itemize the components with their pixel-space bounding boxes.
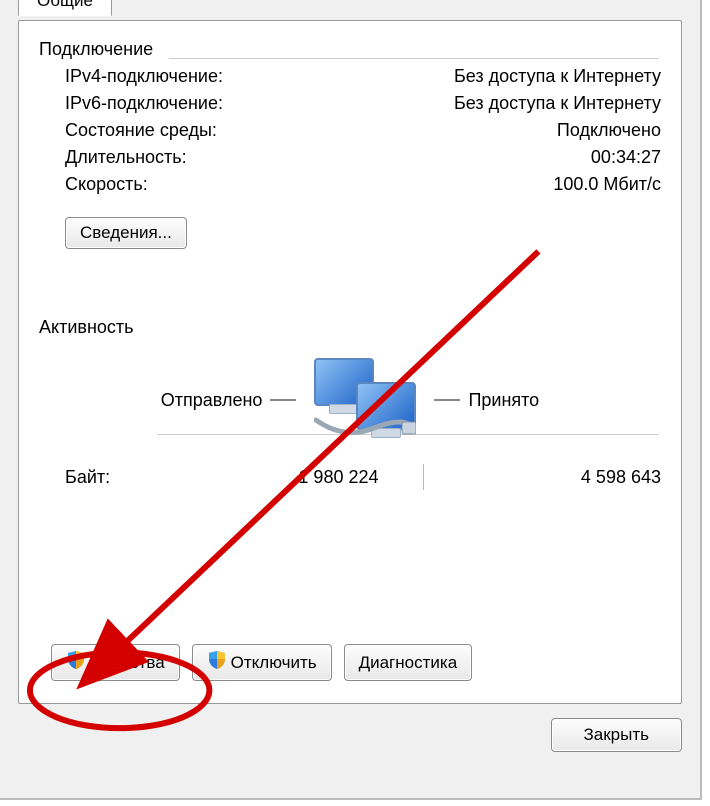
details-button[interactable]: Сведения... [65, 217, 187, 249]
row-media-state: Состояние среды: Подключено [65, 120, 661, 141]
details-button-label: Сведения... [80, 223, 172, 243]
bytes-label: Байт: [65, 467, 185, 488]
bytes-received: 4 598 643 [468, 467, 662, 488]
row-value: Подключено [557, 120, 661, 141]
connection-rows: IPv4-подключение: Без доступа к Интернет… [39, 66, 661, 195]
action-button-row: Свойства Отключить Диагностика [51, 644, 472, 681]
tab-panel-general: Подключение IPv4-подключение: Без доступ… [18, 20, 682, 704]
bytes-sent: 1 980 224 [185, 467, 379, 488]
disable-button-label: Отключить [231, 653, 317, 673]
tab-general-label: Общие [37, 0, 93, 10]
dialog-footer: Закрыть [0, 718, 682, 752]
shield-icon [207, 650, 227, 675]
diagnose-button-label: Диагностика [359, 653, 458, 673]
close-button-label: Закрыть [584, 725, 649, 745]
row-label: Скорость: [65, 174, 148, 195]
row-ipv6: IPv6-подключение: Без доступа к Интернет… [65, 93, 661, 114]
tab-strip: Общие [0, 0, 700, 20]
row-label: Длительность: [65, 147, 187, 168]
properties-button-label: Свойства [90, 653, 165, 673]
network-computers-icon [310, 356, 420, 444]
row-label: IPv4-подключение: [65, 66, 223, 87]
row-value: 100.0 Мбит/с [553, 174, 661, 195]
divider [169, 58, 659, 59]
tab-general[interactable]: Общие [18, 0, 112, 16]
bytes-row: Байт: 1 980 224 4 598 643 [65, 464, 661, 490]
row-label: Состояние среды: [65, 120, 217, 141]
diagnose-button[interactable]: Диагностика [344, 644, 473, 681]
activity-group: Активность Отправлено Принято Байт: [39, 317, 661, 490]
disable-button[interactable]: Отключить [192, 644, 332, 681]
row-speed: Скорость: 100.0 Мбит/с [65, 174, 661, 195]
connection-group: Подключение IPv4-подключение: Без доступ… [39, 39, 661, 249]
sent-label: Отправлено [161, 390, 263, 411]
shield-icon [66, 650, 86, 675]
activity-headers: Отправлено Принято [39, 356, 661, 444]
received-label: Принято [468, 390, 539, 411]
row-label: IPv6-подключение: [65, 93, 223, 114]
row-value: Без доступа к Интернету [454, 93, 661, 114]
row-value: Без доступа к Интернету [454, 66, 661, 87]
activity-group-title: Активность [39, 317, 661, 338]
properties-button[interactable]: Свойства [51, 644, 180, 681]
row-value: 00:34:27 [591, 147, 661, 168]
dash-right [434, 399, 460, 401]
row-ipv4: IPv4-подключение: Без доступа к Интернет… [65, 66, 661, 87]
close-button[interactable]: Закрыть [551, 718, 682, 752]
row-duration: Длительность: 00:34:27 [65, 147, 661, 168]
dash-left [270, 399, 296, 401]
vertical-separator [423, 464, 424, 490]
connection-status-dialog: Общие Подключение IPv4-подключение: Без … [0, 0, 702, 800]
